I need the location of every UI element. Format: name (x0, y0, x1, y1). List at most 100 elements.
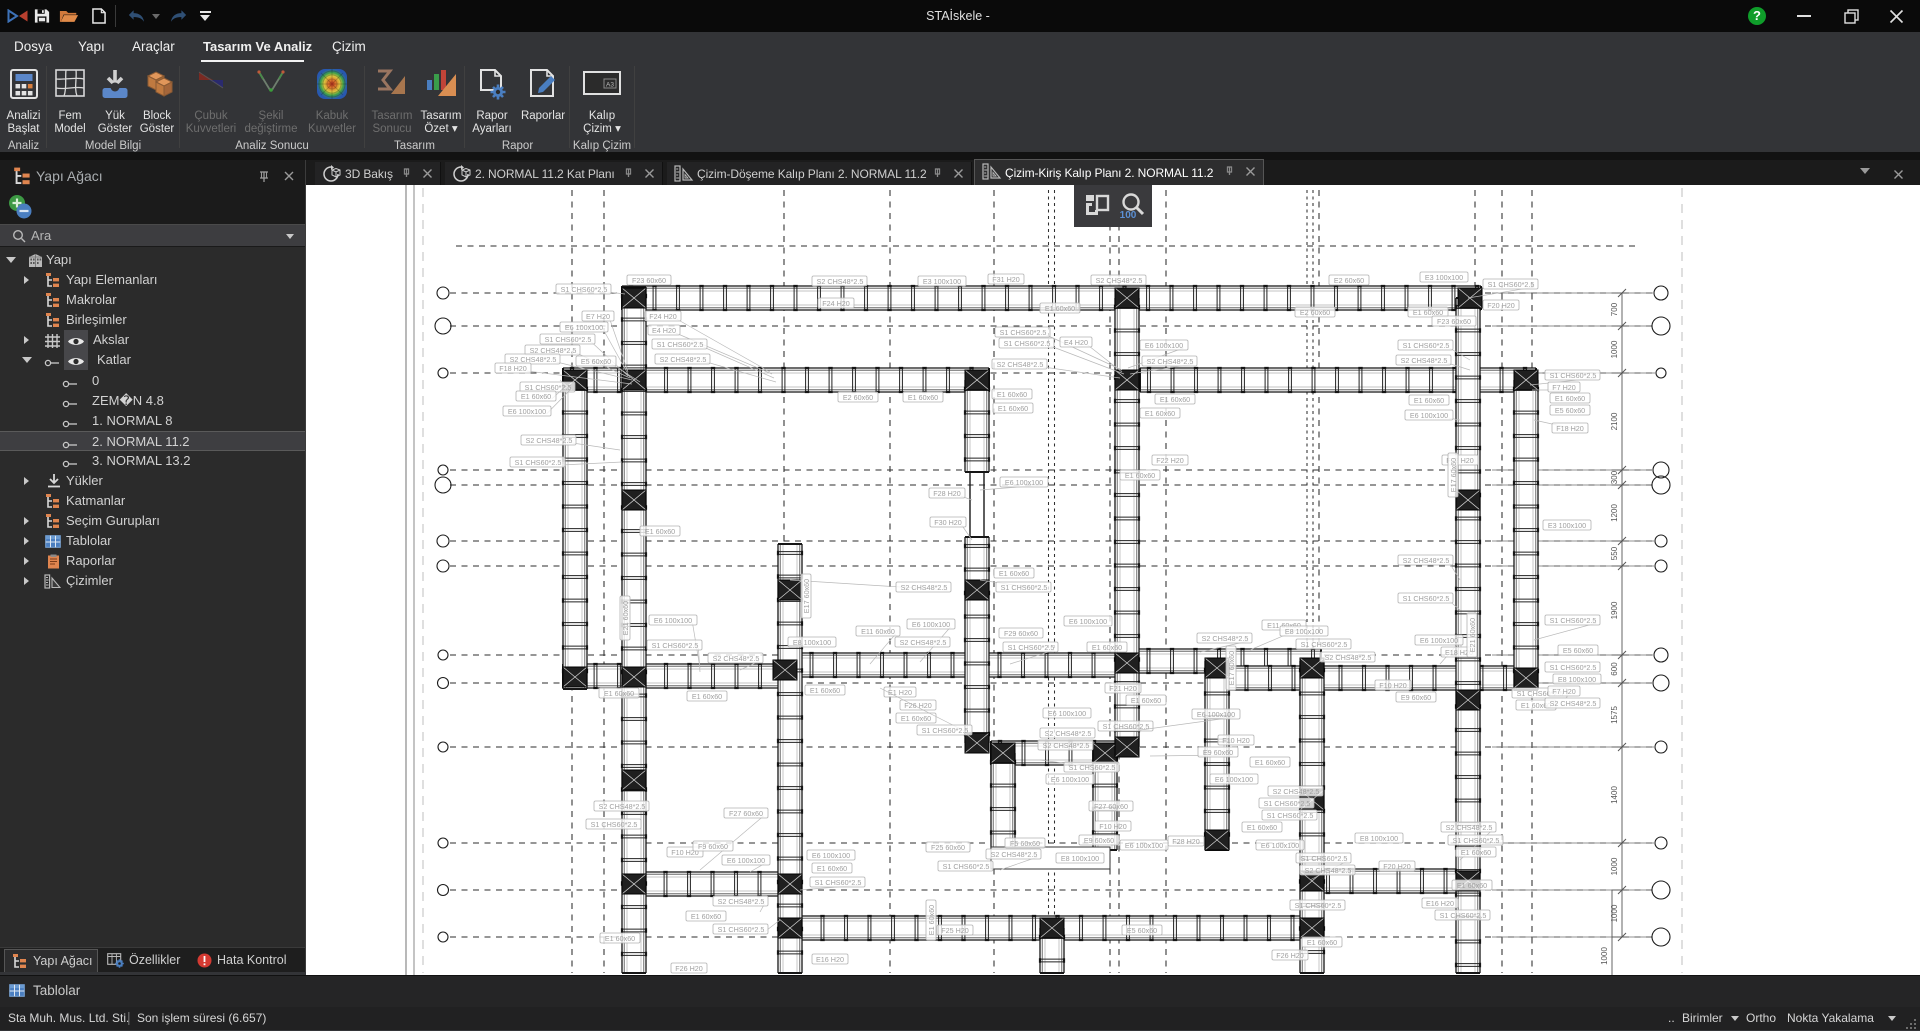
svg-text:S1 CHS60*2.5: S1 CHS60*2.5 (1000, 328, 1047, 337)
svg-text:F10 H20: F10 H20 (1379, 681, 1407, 690)
svg-text:1000: 1000 (1600, 947, 1609, 965)
svg-text:E2 60x60: E2 60x60 (1334, 276, 1364, 285)
svg-text:1900: 1900 (1610, 601, 1619, 619)
svg-text:E1 60x60: E1 60x60 (1457, 881, 1487, 890)
svg-text:E5 60x60: E5 60x60 (1563, 646, 1593, 655)
svg-text:E5 60x60: E5 60x60 (1555, 406, 1585, 415)
svg-text:S1 CHS60*2.5: S1 CHS60*2.5 (561, 285, 608, 294)
svg-text:S1 CHS60*2.5: S1 CHS60*2.5 (815, 878, 862, 887)
svg-text:S1 CHS60*2.5: S1 CHS60*2.5 (1069, 763, 1116, 772)
svg-text:E1 60x60: E1 60x60 (997, 390, 1027, 399)
svg-text:E1 60x60: E1 60x60 (927, 905, 936, 935)
svg-text:E1 60x60: E1 60x60 (1247, 823, 1277, 832)
svg-text:F26 H20: F26 H20 (1276, 951, 1304, 960)
svg-text:1000: 1000 (1610, 857, 1619, 875)
svg-text:F27 60x60: F27 60x60 (729, 809, 763, 818)
svg-text:S2 CHS48*2.5: S2 CHS48*2.5 (718, 897, 765, 906)
svg-text:E1 60x60: E1 60x60 (999, 569, 1029, 578)
svg-text:S1 CHS60*2.5: S1 CHS60*2.5 (1004, 339, 1051, 348)
svg-text:600: 600 (1610, 662, 1619, 676)
svg-text:S1 CHS60*2.5: S1 CHS60*2.5 (1403, 594, 1450, 603)
svg-text:E8 100x100: E8 100x100 (793, 638, 831, 647)
svg-text:E1 60x60: E1 60x60 (1255, 758, 1285, 767)
svg-text:E1 60x60: E1 60x60 (810, 686, 840, 695)
svg-text:S1 CHS60*2.5: S1 CHS60*2.5 (1403, 341, 1450, 350)
svg-text:E5 60x60: E5 60x60 (1127, 926, 1157, 935)
svg-text:S2 CHS48*2.5: S2 CHS48*2.5 (1096, 276, 1143, 285)
svg-text:E8 100x100: E8 100x100 (1558, 675, 1596, 684)
svg-text:E1 H20: E1 H20 (888, 688, 912, 697)
svg-text:F31 H20: F31 H20 (992, 275, 1020, 284)
svg-text:F24 H20: F24 H20 (822, 299, 850, 308)
svg-text:F23 60x60: F23 60x60 (632, 276, 666, 285)
svg-text:F29 60x60: F29 60x60 (1004, 629, 1038, 638)
svg-text:E7 H20: E7 H20 (586, 312, 610, 321)
svg-text:F10 H20: F10 H20 (1222, 736, 1250, 745)
svg-text:S2 CHS48*2.5: S2 CHS48*2.5 (997, 360, 1044, 369)
svg-text:F25 60x60: F25 60x60 (931, 843, 965, 852)
svg-text:F24 H20: F24 H20 (649, 312, 677, 321)
svg-text:1400: 1400 (1610, 786, 1619, 804)
svg-text:E6 100x100: E6 100x100 (1005, 478, 1043, 487)
svg-text:F20 H20: F20 H20 (1487, 301, 1515, 310)
svg-text:S2 CHS48*2.5: S2 CHS48*2.5 (991, 850, 1038, 859)
svg-text:E3 100x100: E3 100x100 (1548, 521, 1586, 530)
svg-text:S1 CHS60*2.5: S1 CHS60*2.5 (1488, 280, 1535, 289)
svg-text:E1 60x60: E1 60x60 (1555, 394, 1585, 403)
svg-text:E9 60x60: E9 60x60 (1401, 693, 1431, 702)
svg-text:F30 H20: F30 H20 (934, 518, 962, 527)
svg-text:S2 CHS48*2.5: S2 CHS48*2.5 (1401, 356, 1448, 365)
svg-text:E4 H20: E4 H20 (1064, 338, 1088, 347)
svg-text:S1 CHS60*2.5: S1 CHS60*2.5 (1001, 583, 1048, 592)
svg-text:S2 CHS48*2.5: S2 CHS48*2.5 (1202, 634, 1249, 643)
svg-text:F28 H20: F28 H20 (1172, 837, 1200, 846)
svg-text:E3 100x100: E3 100x100 (1425, 273, 1463, 282)
svg-text:S1 CHS60*2.5: S1 CHS60*2.5 (1550, 616, 1597, 625)
svg-text:E6 100x100: E6 100x100 (1125, 841, 1163, 850)
svg-text:1200: 1200 (1610, 504, 1619, 522)
svg-text:E6 100x100: E6 100x100 (1145, 341, 1183, 350)
svg-text:S2 CHS48*2.5: S2 CHS48*2.5 (599, 802, 646, 811)
svg-text:S2 CHS48*2.5: S2 CHS48*2.5 (900, 638, 947, 647)
svg-text:F22 H20: F22 H20 (1156, 456, 1184, 465)
svg-text:E1 60x60: E1 60x60 (901, 714, 931, 723)
svg-text:E1 60x60: E1 60x60 (521, 392, 551, 401)
svg-text:700: 700 (1610, 302, 1619, 316)
svg-text:1575: 1575 (1610, 706, 1619, 724)
svg-text:F20 H20: F20 H20 (1383, 862, 1411, 871)
svg-text:S1 CHS60*2.5: S1 CHS60*2.5 (943, 862, 990, 871)
svg-text:S1 CHS60*2.5: S1 CHS60*2.5 (1301, 854, 1348, 863)
svg-text:S1 CHS60*2.5: S1 CHS60*2.5 (1008, 643, 1055, 652)
svg-text:S1 CHS60*2.5: S1 CHS60*2.5 (652, 641, 699, 650)
svg-text:S2 CHS48*2.5: S2 CHS48*2.5 (1550, 699, 1597, 708)
svg-text:E6 100x100: E6 100x100 (1410, 411, 1448, 420)
svg-text:E1 60x60: E1 60x60 (817, 864, 847, 873)
svg-text:E6 100x100: E6 100x100 (1261, 841, 1299, 850)
svg-text:F7 H20: F7 H20 (1552, 687, 1576, 696)
svg-text:S1 CHS60*2.5: S1 CHS60*2.5 (1264, 799, 1311, 808)
svg-text:E2 60x60: E2 60x60 (1300, 308, 1330, 317)
svg-text:F28 H20: F28 H20 (933, 489, 961, 498)
svg-text:2100: 2100 (1610, 412, 1619, 430)
svg-text:E6 100x100: E6 100x100 (1051, 775, 1089, 784)
svg-text:A3: A3 (606, 82, 614, 89)
svg-text:E1 60x60: E1 60x60 (1160, 395, 1190, 404)
svg-text:S1 CHS60*2.5: S1 CHS60*2.5 (1295, 901, 1342, 910)
svg-text:E17 60x60: E17 60x60 (802, 579, 811, 613)
svg-text:S2 CHS48*2.5: S2 CHS48*2.5 (901, 583, 948, 592)
svg-text:S2 CHS48*2.5: S2 CHS48*2.5 (1446, 823, 1493, 832)
svg-text:E1 60x60: E1 60x60 (1414, 396, 1444, 405)
svg-text:E1 60x60: E1 60x60 (645, 527, 675, 536)
svg-text:E1 60x60: E1 60x60 (605, 934, 635, 943)
svg-text:E21 60x60: E21 60x60 (621, 601, 630, 635)
svg-text:100: 100 (1120, 210, 1137, 221)
svg-text:E6 100x100: E6 100x100 (1420, 636, 1458, 645)
svg-text:E17 60x60: E17 60x60 (1227, 651, 1236, 685)
svg-text:E11 60x60: E11 60x60 (861, 627, 895, 636)
svg-text:E1 60x60: E1 60x60 (998, 404, 1028, 413)
svg-text:S2 CHS48*2.5: S2 CHS48*2.5 (526, 436, 573, 445)
svg-text:F26 H20: F26 H20 (675, 964, 703, 973)
svg-text:S2 CHS48*2.5: S2 CHS48*2.5 (1043, 741, 1090, 750)
svg-text:S1 CHS60*2.5: S1 CHS60*2.5 (657, 340, 704, 349)
svg-text:F18 H20: F18 H20 (1556, 424, 1584, 433)
